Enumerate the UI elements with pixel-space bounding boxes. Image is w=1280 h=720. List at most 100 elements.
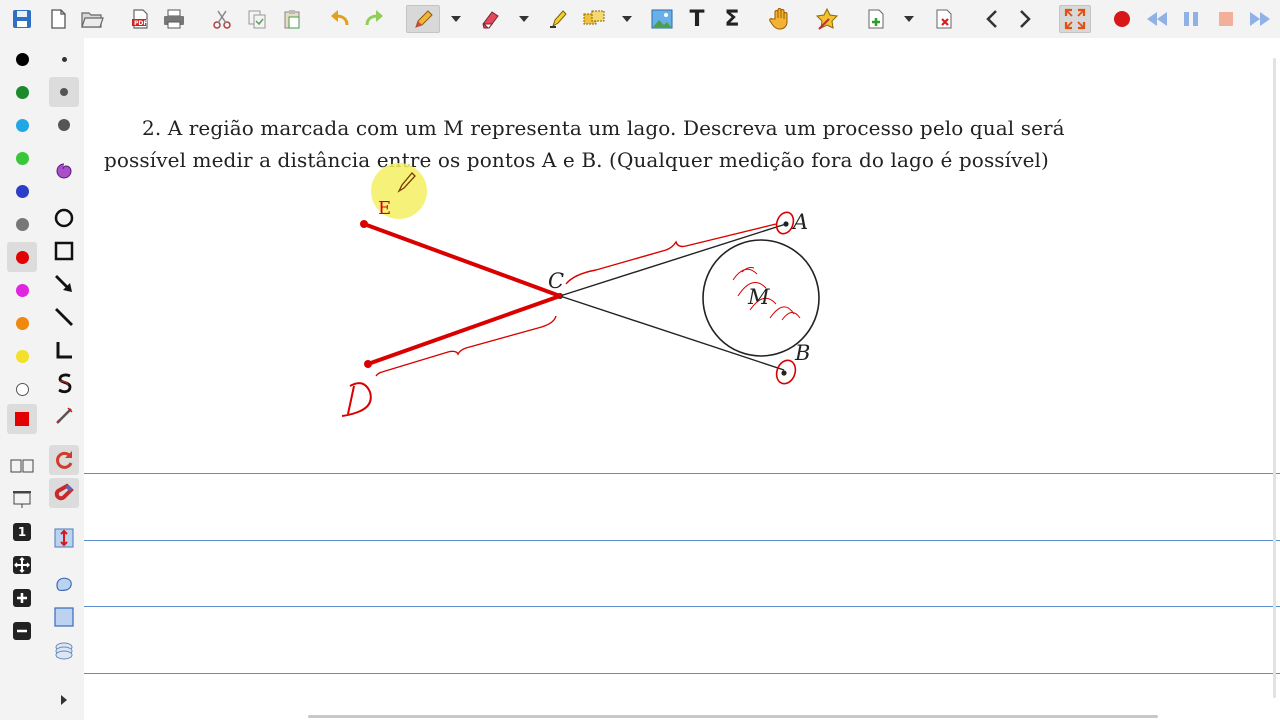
pen-size-small[interactable] — [49, 44, 79, 74]
cut-icon[interactable] — [208, 5, 236, 33]
eraser-dropdown-icon[interactable] — [517, 5, 531, 33]
text-tool-glyph: T — [689, 6, 705, 32]
fullscreen-icon[interactable] — [1059, 5, 1091, 33]
eraser-icon[interactable] — [476, 5, 504, 33]
delete-page-icon[interactable] — [930, 5, 958, 33]
color-dot — [15, 184, 29, 198]
print-icon[interactable] — [160, 5, 188, 33]
horizontal-scrollbar[interactable] — [308, 715, 1158, 718]
pen-size-large[interactable] — [49, 110, 79, 140]
select-object-icon[interactable] — [813, 5, 841, 33]
color-swatch-sky-blue[interactable] — [7, 110, 37, 140]
layers-icon[interactable] — [49, 635, 79, 665]
color-dot — [15, 151, 29, 165]
pause-icon[interactable] — [1177, 5, 1205, 33]
pen-dropdown-icon[interactable] — [449, 5, 463, 33]
point-b — [781, 370, 787, 376]
sum-tool-icon[interactable]: Σ — [718, 5, 746, 33]
export-pdf-icon[interactable]: PDF — [126, 5, 154, 33]
save-icon[interactable] — [8, 5, 36, 33]
color-swatch-dark-green[interactable] — [7, 77, 37, 107]
angle-shape-icon[interactable] — [49, 335, 79, 365]
rectangle-shape-icon[interactable] — [49, 236, 79, 266]
circle-shape-icon[interactable] — [49, 203, 79, 233]
blob-shape-icon[interactable] — [49, 569, 79, 599]
ruled-line-4 — [84, 673, 1280, 674]
vertical-space-icon[interactable] — [49, 523, 79, 553]
ruled-line-3 — [84, 606, 1280, 607]
stop-icon[interactable] — [1212, 5, 1240, 33]
left-sidebar: 1 — [0, 38, 84, 720]
magnet-snap-icon[interactable] — [49, 478, 79, 508]
top-toolbar: PDF T Σ — [0, 0, 1280, 39]
expand-sidebar-icon[interactable] — [49, 685, 79, 715]
curve-shape-icon[interactable] — [49, 368, 79, 398]
color-swatch-yellow[interactable] — [7, 341, 37, 371]
label-c: C — [548, 269, 565, 293]
color-swatch-white[interactable] — [7, 374, 37, 404]
presentation-icon[interactable] — [7, 484, 37, 514]
color-dot — [15, 382, 29, 396]
insert-image-icon[interactable] — [648, 5, 676, 33]
pen-size-medium[interactable] — [49, 77, 79, 107]
ruled-line-1 — [84, 473, 1280, 474]
rotate-tool-icon[interactable] — [49, 445, 79, 475]
open-folder-icon[interactable] — [78, 5, 106, 33]
size-dot — [61, 56, 67, 62]
color-swatch-magenta[interactable] — [7, 275, 37, 305]
color-swatch-blue[interactable] — [7, 176, 37, 206]
whiteboard-canvas[interactable]: 2. A região marcada com um M representa … — [84, 38, 1280, 720]
hand-tool-icon[interactable] — [766, 5, 794, 33]
ruler-icon[interactable] — [49, 401, 79, 431]
red-line-ce — [362, 222, 562, 298]
vertical-scrollbar[interactable] — [1273, 58, 1276, 698]
color-swatch-red[interactable] — [7, 242, 37, 272]
paste-icon[interactable] — [278, 5, 306, 33]
square-shape-icon[interactable] — [49, 602, 79, 632]
ruled-line-2 — [84, 540, 1280, 541]
custom-color-swatch[interactable] — [7, 404, 37, 434]
redo-icon[interactable] — [360, 5, 388, 33]
color-swatch-orange[interactable] — [7, 308, 37, 338]
highlighter-icon[interactable] — [544, 5, 572, 33]
record-icon[interactable] — [1108, 5, 1136, 33]
add-page-icon[interactable] — [862, 5, 890, 33]
next-page-icon[interactable] — [1011, 5, 1039, 33]
label-m: M — [748, 285, 770, 309]
brace-ca — [565, 223, 777, 285]
lasso-icon[interactable] — [49, 156, 79, 186]
custom-color-box — [15, 412, 29, 426]
color-dot — [15, 283, 29, 297]
select-dropdown-icon[interactable] — [620, 5, 634, 33]
previous-page-icon[interactable] — [978, 5, 1006, 33]
text-tool-icon[interactable]: T — [683, 5, 711, 33]
color-swatch-gray[interactable] — [7, 209, 37, 239]
rewind-icon[interactable] — [1143, 5, 1171, 33]
geometry-figure — [341, 163, 820, 417]
undo-icon[interactable] — [326, 5, 354, 33]
pen-tool-icon[interactable] — [406, 5, 440, 33]
zoom-in-icon[interactable] — [7, 583, 37, 613]
brace-cd — [375, 315, 557, 377]
select-region-icon[interactable] — [580, 5, 608, 33]
zoom-out-icon[interactable] — [7, 616, 37, 646]
color-swatch-green[interactable] — [7, 143, 37, 173]
page-number-icon[interactable]: 1 — [7, 517, 37, 547]
label-b: B — [795, 341, 811, 365]
copy-icon[interactable] — [243, 5, 271, 33]
red-point-d — [364, 360, 372, 368]
color-swatch-black[interactable] — [7, 44, 37, 74]
color-dot — [15, 349, 29, 363]
arrow-shape-icon[interactable] — [49, 269, 79, 299]
page-number-box: 1 — [13, 523, 31, 541]
fast-forward-icon[interactable] — [1246, 5, 1274, 33]
red-point-e — [360, 220, 368, 228]
color-dot — [15, 217, 29, 231]
line-shape-icon[interactable] — [49, 302, 79, 332]
color-dot — [15, 118, 29, 132]
fit-page-icon[interactable] — [7, 550, 37, 580]
new-page-icon[interactable] — [44, 5, 72, 33]
color-dot — [15, 52, 29, 66]
add-page-dropdown-icon[interactable] — [902, 5, 916, 33]
two-page-view-icon[interactable] — [7, 451, 37, 481]
